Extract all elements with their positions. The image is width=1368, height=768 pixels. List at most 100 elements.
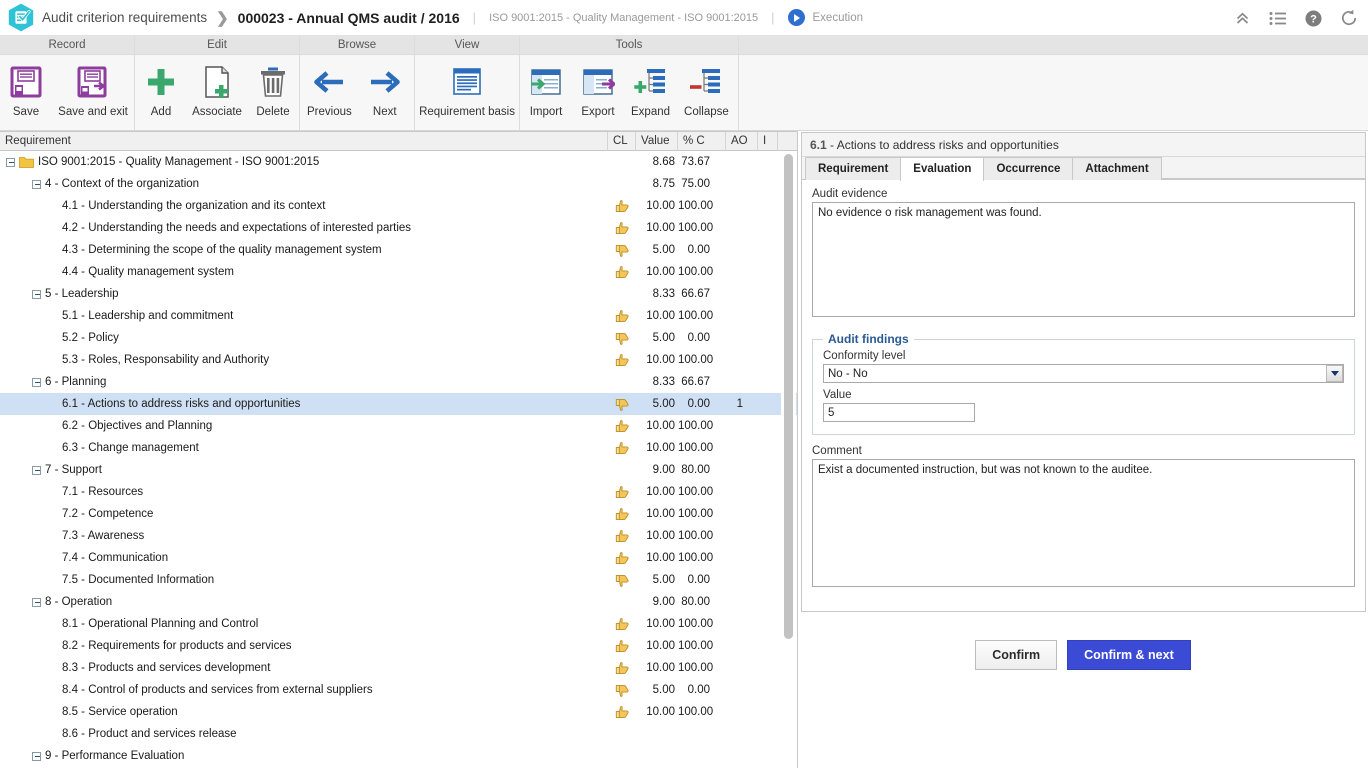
- delete-button[interactable]: Delete: [247, 62, 299, 118]
- thumbs-up-icon: [608, 349, 636, 371]
- tree-column-header-value[interactable]: Value: [636, 132, 678, 151]
- tree-row-i-cell: [758, 723, 778, 745]
- conformity-level-select[interactable]: No - No: [823, 364, 1344, 383]
- expand-button-label: Expand: [631, 106, 671, 118]
- tree-row-ao-cell: [726, 701, 758, 723]
- collapse-button-label: Collapse: [684, 106, 729, 118]
- tree-row[interactable]: 7.3 - Awareness 10.00 100.00: [0, 525, 797, 547]
- tree-row-i-cell: [758, 371, 778, 393]
- save-and-exit-button[interactable]: Save and exit: [52, 62, 134, 118]
- tree-row[interactable]: 7.1 - Resources 10.00 100.00: [0, 481, 797, 503]
- tree-row[interactable]: 8.5 - Service operation 10.00 100.00: [0, 701, 797, 723]
- tree-expander-minus-icon[interactable]: [32, 289, 41, 299]
- tree-row[interactable]: 7 - Support 9.00 80.00: [0, 459, 797, 481]
- tree-row-value-cell: 10.00: [646, 530, 675, 542]
- associate-button[interactable]: Associate: [187, 62, 247, 118]
- comment-textarea[interactable]: Exist a documented instruction, but was …: [812, 459, 1355, 587]
- list-menu-icon[interactable]: [1269, 11, 1287, 26]
- add-button[interactable]: Add: [135, 62, 187, 118]
- tree-row[interactable]: 8.1 - Operational Planning and Control 10…: [0, 613, 797, 635]
- tree-row[interactable]: 5.2 - Policy 5.00 0.00: [0, 327, 797, 349]
- tree-column-header-cl[interactable]: CL: [608, 132, 636, 151]
- help-icon[interactable]: ?: [1305, 10, 1322, 27]
- breadcrumb-module[interactable]: Audit criterion requirements: [42, 10, 207, 25]
- value-field-input[interactable]: [823, 403, 975, 422]
- tree-row[interactable]: 4 - Context of the organization 8.75 75.00: [0, 173, 797, 195]
- ribbon-group-label: View: [415, 36, 519, 55]
- tree-expander-minus-icon[interactable]: [32, 597, 41, 607]
- tree-row-label: 6.1 - Actions to address risks and oppor…: [62, 398, 301, 410]
- tree-row[interactable]: 8.6 - Product and services release: [0, 723, 797, 745]
- tree-vertical-scrollbar[interactable]: [781, 152, 796, 768]
- tree-row-label: 7 - Support: [45, 464, 102, 476]
- tree-row-ao-cell: [726, 657, 758, 679]
- tree-column-header-requirement[interactable]: Requirement: [0, 132, 608, 151]
- tree-row-ao-cell: [726, 503, 758, 525]
- collapse-tree-icon: [689, 62, 723, 102]
- tree-body: ISO 9001:2015 - Quality Management - ISO…: [0, 151, 797, 767]
- collapse-button[interactable]: Collapse: [677, 62, 736, 118]
- tree-row-label: 6 - Planning: [45, 376, 107, 388]
- conformity-level-select-wrap[interactable]: No - No: [823, 364, 1344, 383]
- tree-row[interactable]: 8.2 - Requirements for products and serv…: [0, 635, 797, 657]
- ribbon-group-browse: Browse Previous Next: [300, 36, 415, 130]
- plus-icon: [145, 62, 177, 102]
- confirm-button[interactable]: Confirm: [975, 640, 1058, 670]
- tree-row[interactable]: 8.3 - Products and services development 1…: [0, 657, 797, 679]
- tree-scrollbar-thumb[interactable]: [784, 154, 793, 639]
- tree-row-ao-cell: [726, 613, 758, 635]
- previous-button[interactable]: Previous: [300, 62, 359, 118]
- import-button[interactable]: Import: [520, 62, 572, 118]
- next-button[interactable]: Next: [359, 62, 411, 118]
- tree-row[interactable]: 6.1 - Actions to address risks and oppor…: [0, 393, 797, 415]
- tree-row[interactable]: 5.3 - Roles, Responsability and Authorit…: [0, 349, 797, 371]
- tree-expander-minus-icon[interactable]: [32, 377, 41, 387]
- tree-row[interactable]: 7.4 - Communication 10.00 100.00: [0, 547, 797, 569]
- tab-evaluation[interactable]: Evaluation: [900, 157, 985, 181]
- tree-expander-minus-icon[interactable]: [32, 465, 41, 475]
- tree-column-header-i[interactable]: I: [758, 132, 778, 151]
- tab-requirement[interactable]: Requirement: [805, 157, 902, 180]
- tree-expander-minus-icon[interactable]: [6, 157, 15, 167]
- tree-row[interactable]: 7.2 - Competence 10.00 100.00: [0, 503, 797, 525]
- tree-column-header-pc[interactable]: % C: [678, 132, 726, 151]
- tree-row-value-cell: 5.00: [652, 244, 675, 256]
- tree-row[interactable]: 6.2 - Objectives and Planning 10.00 100.00: [0, 415, 797, 437]
- save-button[interactable]: Save: [0, 62, 52, 118]
- tree-row[interactable]: 8 - Operation 9.00 80.00: [0, 591, 797, 613]
- tree-row-i-cell: [758, 503, 778, 525]
- tab-occurrence[interactable]: Occurrence: [983, 157, 1074, 180]
- tree-row[interactable]: 5.1 - Leadership and commitment 10.00 100.…: [0, 305, 797, 327]
- tree-row-label: 5.3 - Roles, Responsability and Authorit…: [62, 354, 270, 366]
- expand-button[interactable]: Expand: [624, 62, 677, 118]
- tree-row[interactable]: 5 - Leadership 8.33 66.67: [0, 283, 797, 305]
- tree-row[interactable]: 8.4 - Control of products and services f…: [0, 679, 797, 701]
- tree-row[interactable]: 6.3 - Change management 10.00 100.00: [0, 437, 797, 459]
- tree-row[interactable]: 7.5 - Documented Information 5.00 0.00: [0, 569, 797, 591]
- tree-row[interactable]: ISO 9001:2015 - Quality Management - ISO…: [0, 151, 797, 173]
- tree-row[interactable]: 6 - Planning 8.33 66.67: [0, 371, 797, 393]
- export-button[interactable]: Export: [572, 62, 624, 118]
- refresh-icon[interactable]: [1340, 9, 1358, 27]
- tree-row-ao-cell: [726, 151, 758, 173]
- tree-row[interactable]: 4.2 - Understanding the needs and expect…: [0, 217, 797, 239]
- collapse-up-icon[interactable]: [1234, 10, 1251, 27]
- tree-row[interactable]: 9 - Performance Evaluation: [0, 745, 797, 767]
- confirm-and-next-button[interactable]: Confirm & next: [1067, 640, 1191, 670]
- execution-status[interactable]: Execution: [787, 9, 863, 26]
- tree-expander-minus-icon[interactable]: [32, 179, 41, 189]
- requirement-basis-button[interactable]: Requirement basis: [415, 62, 519, 118]
- audit-evidence-textarea[interactable]: No evidence o risk management was found.: [812, 202, 1355, 317]
- tree-row-value-cell: 10.00: [646, 420, 675, 432]
- tree-row-pc-cell: 80.00: [681, 596, 710, 608]
- tab-attachment[interactable]: Attachment: [1072, 157, 1162, 180]
- app-logo-clipboard-check-icon[interactable]: [8, 3, 34, 32]
- arrow-left-icon: [312, 62, 346, 102]
- tree-row[interactable]: 4.1 - Understanding the organization and…: [0, 195, 797, 217]
- tree-row-value-cell: 8.68: [652, 156, 675, 168]
- tree-row[interactable]: 4.3 - Determining the scope of the quali…: [0, 239, 797, 261]
- ribbon-group-tools: Tools Import Export Expand Collapse: [520, 36, 739, 130]
- tree-expander-minus-icon[interactable]: [32, 751, 41, 761]
- tree-column-header-ao[interactable]: AO: [726, 132, 758, 151]
- tree-row[interactable]: 4.4 - Quality management system 10.00 100.…: [0, 261, 797, 283]
